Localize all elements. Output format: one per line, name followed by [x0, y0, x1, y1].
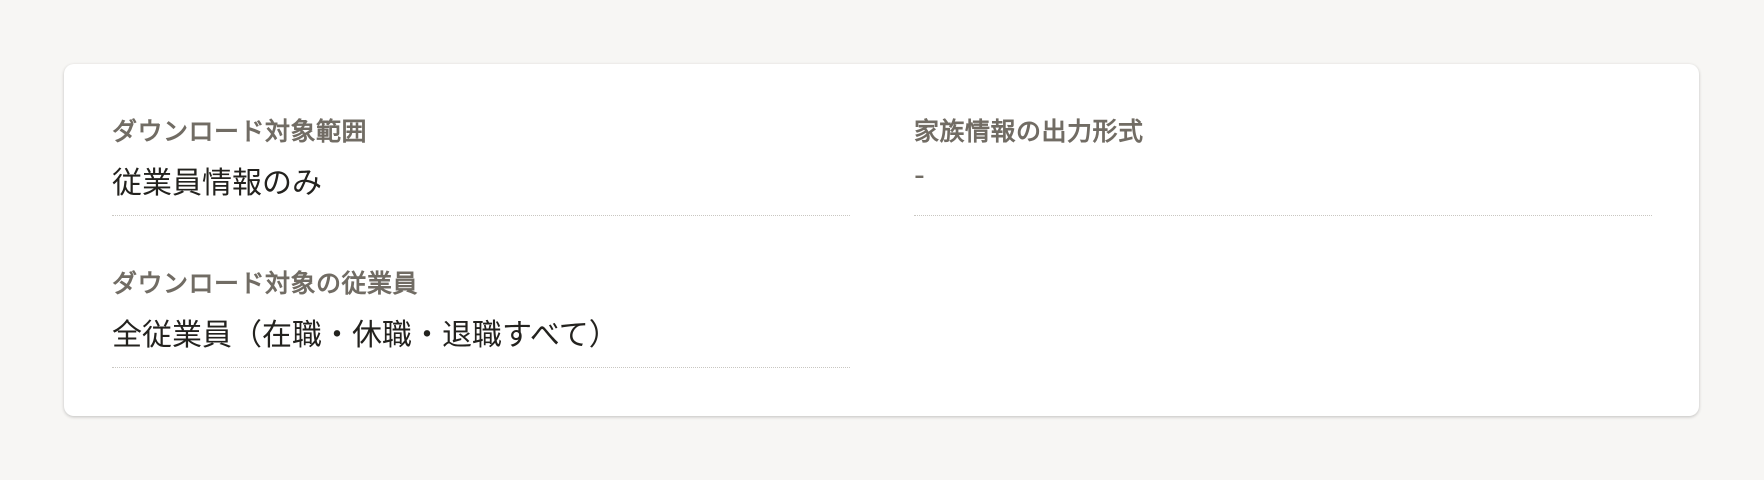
settings-summary-card: ダウンロード対象範囲 従業員情報のみ 家族情報の出力形式 - ダウンロード対象の…: [64, 64, 1699, 416]
family-info-format-label: 家族情報の出力形式: [914, 117, 1144, 146]
family-info-format-value: -: [914, 158, 925, 193]
target-employees-value: 全従業員（在職・休職・退職すべて）: [112, 318, 619, 353]
family-info-format-field: 家族情報の出力形式 -: [914, 112, 1652, 216]
target-employees-label: ダウンロード対象の従業員: [112, 269, 419, 298]
target-employees-field: ダウンロード対象の従業員 全従業員（在職・休職・退職すべて）: [112, 264, 850, 368]
download-scope-field: ダウンロード対象範囲 従業員情報のみ: [112, 112, 850, 216]
download-scope-label: ダウンロード対象範囲: [112, 117, 368, 146]
download-scope-value: 従業員情報のみ: [112, 166, 322, 201]
